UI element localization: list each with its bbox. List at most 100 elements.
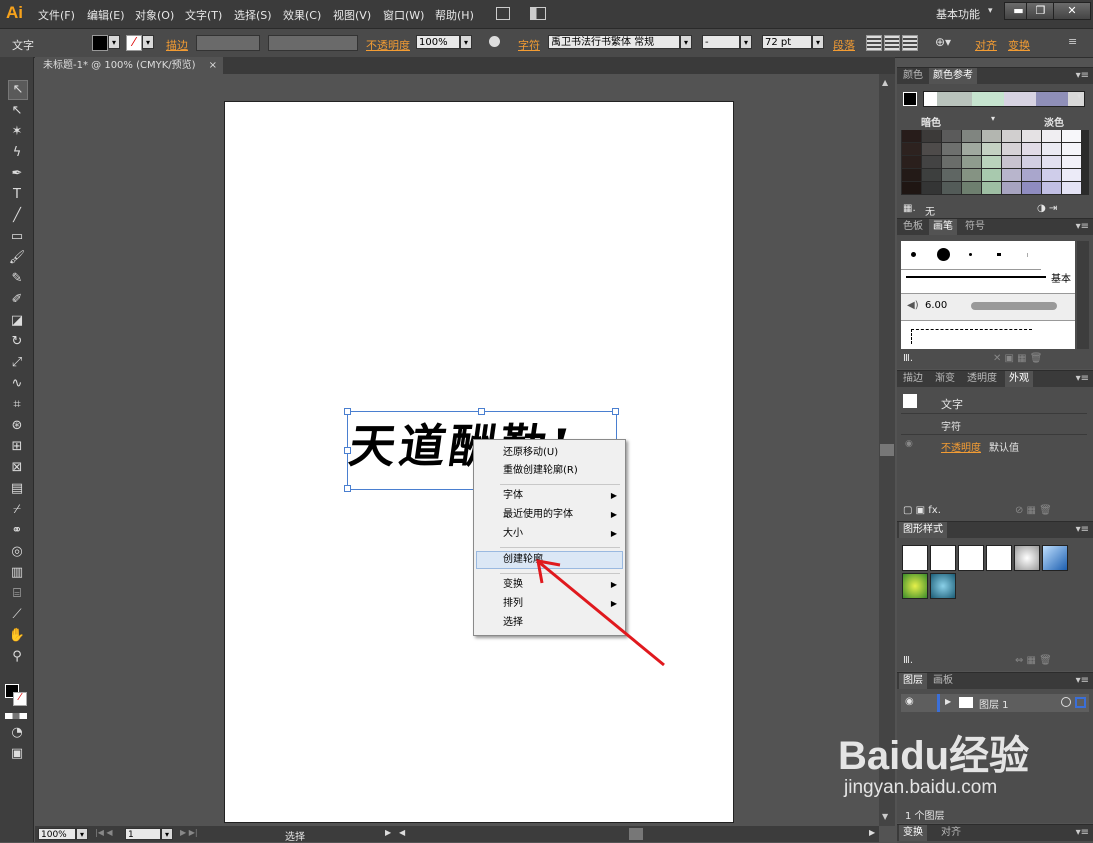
opacity-field[interactable]: 100% (416, 35, 460, 49)
appearance-action-icons[interactable]: ⊘ ▦ 🗑 (1015, 505, 1052, 516)
blob-brush-tool-icon[interactable]: ✐ (8, 291, 26, 309)
shape-builder-tool-icon[interactable]: ⊛ (8, 417, 26, 435)
color-swatch[interactable] (922, 169, 942, 182)
slice-tool-icon[interactable]: ⟋ (8, 606, 26, 624)
appearance-character-row[interactable]: 字符 (941, 418, 961, 433)
ctx-recent-fonts[interactable]: 最近使用的字体 ▶ (474, 506, 625, 524)
layer-name[interactable]: 图层 1 (979, 696, 1009, 711)
color-swatch[interactable] (902, 169, 922, 182)
tab-artboards[interactable]: 画板 (929, 673, 957, 689)
lasso-tool-icon[interactable]: ϟ (8, 144, 26, 162)
style-default[interactable] (902, 545, 928, 571)
eyedropper-tool-icon[interactable]: ⌿ (8, 501, 26, 519)
stroke-profile-field[interactable] (268, 35, 358, 51)
color-swatch[interactable] (902, 182, 922, 195)
tab-symbols[interactable]: 符号 (961, 219, 989, 235)
tab-appearance[interactable]: 外观 (1005, 371, 1033, 387)
brush-presets-row[interactable] (901, 241, 1041, 270)
scroll-down-icon[interactable]: ▼ (882, 812, 888, 821)
target-icon[interactable] (1061, 697, 1071, 707)
appearance-footer-icons[interactable]: ▢ ▣ fx. (903, 505, 941, 516)
tab-layers[interactable]: 图层 (899, 673, 927, 689)
panel-menu-icon[interactable]: ▾≡ (1076, 68, 1089, 84)
perspective-grid-tool-icon[interactable]: ⊞ (8, 438, 26, 456)
style-blue-texture[interactable] (930, 573, 956, 599)
panel-menu-icon[interactable]: ≡ (1068, 35, 1077, 48)
align-center-icon[interactable] (884, 35, 900, 51)
symbol-sprayer-tool-icon[interactable]: ◎ (8, 543, 26, 561)
color-swatch[interactable] (982, 156, 1002, 169)
selection-indicator-icon[interactable] (1075, 697, 1086, 708)
menu-type[interactable]: 文字(T) (185, 7, 222, 23)
ctx-redo-outline[interactable]: 重做创建轮廓(R) (474, 462, 625, 480)
panel-menu-icon[interactable]: ▾≡ (1076, 371, 1089, 387)
color-swatch[interactable] (982, 182, 1002, 195)
last-page-icon[interactable]: ▶ ▶| (180, 828, 198, 837)
color-swatch[interactable] (942, 156, 962, 169)
direct-selection-tool-icon[interactable]: ↖ (8, 102, 26, 120)
page-field[interactable]: 1 (125, 828, 161, 840)
color-swatch[interactable] (942, 130, 962, 143)
rectangle-tool-icon[interactable]: ▭ (8, 228, 26, 246)
selection-handle[interactable] (478, 408, 485, 415)
gradient-tool-icon[interactable]: ▤ (8, 480, 26, 498)
color-swatch[interactable] (1062, 169, 1082, 182)
stroke-label[interactable]: 描边 (166, 37, 188, 53)
draw-mode-icon[interactable]: ◔ (8, 724, 26, 742)
panel-menu-icon[interactable]: ▾≡ (1076, 219, 1089, 235)
align-right-icon[interactable] (902, 35, 918, 51)
font-style-field[interactable]: - (702, 35, 740, 49)
color-swatch[interactable] (1042, 169, 1062, 182)
menu-window[interactable]: 窗口(W) (383, 7, 424, 23)
tab-color[interactable]: 颜色 (899, 68, 927, 84)
visibility-eye-icon[interactable]: ◉ (905, 439, 913, 449)
blend-tool-icon[interactable]: ⚭ (8, 522, 26, 540)
opacity-label[interactable]: 不透明度 (366, 37, 410, 53)
close-tab-icon[interactable]: × (209, 57, 217, 74)
color-swatch[interactable] (982, 143, 1002, 156)
color-swatch[interactable] (1022, 169, 1042, 182)
column-graph-tool-icon[interactable]: ▥ (8, 564, 26, 582)
brush-action-icons[interactable]: ✕ ▣ ▦ 🗑 (993, 353, 1043, 364)
color-mode-icons[interactable] (5, 713, 27, 719)
color-swatch[interactable] (982, 169, 1002, 182)
base-color-swatch[interactable] (903, 92, 917, 106)
envelope-icon[interactable]: ⊕▾ (935, 35, 951, 49)
brush-scrollbar[interactable] (1077, 241, 1089, 349)
document-tab[interactable]: 未标题-1* @ 100% (CMYK/预览) × (35, 57, 223, 74)
panel-menu-icon[interactable]: ▾≡ (1076, 825, 1089, 841)
scroll-up-icon[interactable]: ▲ (882, 78, 888, 87)
color-swatch[interactable] (1022, 156, 1042, 169)
color-swatch[interactable] (1062, 182, 1082, 195)
font-family-field[interactable]: 禹卫书法行书繁体 常规 (548, 35, 680, 49)
menu-select[interactable]: 选择(S) (234, 7, 272, 23)
font-style-dropdown[interactable]: ▾ (740, 35, 752, 49)
panel-menu-icon[interactable]: ▾≡ (1076, 673, 1089, 689)
color-swatch[interactable] (942, 182, 962, 195)
color-swatch[interactable] (1062, 156, 1082, 169)
style-green-texture[interactable] (902, 573, 928, 599)
selection-tool-icon[interactable]: ↖ (8, 80, 28, 100)
color-swatch[interactable] (1062, 143, 1082, 156)
tab-transparency[interactable]: 透明度 (963, 371, 1001, 387)
style-outline[interactable] (986, 545, 1012, 571)
mesh-tool-icon[interactable]: ⊠ (8, 459, 26, 477)
brush-list[interactable]: 基本 ◀) 6.00 (901, 241, 1075, 349)
color-swatch[interactable] (962, 156, 982, 169)
tab-swatches[interactable]: 色板 (899, 219, 927, 235)
zoom-field[interactable]: 100% (38, 828, 76, 840)
ctx-font[interactable]: 字体 ▶ (474, 487, 625, 505)
warp-tool-icon[interactable]: ∿ (8, 375, 26, 393)
color-swatch[interactable] (1042, 130, 1062, 143)
stroke-color-icon[interactable]: ⁄ (13, 692, 27, 706)
scroll-thumb[interactable] (880, 444, 894, 456)
horizontal-scroll-thumb[interactable] (629, 828, 643, 840)
rotate-tool-icon[interactable]: ↻ (8, 333, 26, 351)
restore-button[interactable]: ❐ (1026, 2, 1055, 20)
tab-brushes[interactable]: 画笔 (929, 219, 957, 235)
magic-wand-tool-icon[interactable]: ✶ (8, 123, 26, 141)
tab-gradient[interactable]: 渐变 (931, 371, 959, 387)
bridge-icon[interactable] (496, 7, 510, 20)
color-swatch[interactable] (962, 143, 982, 156)
swatch-libraries-icon[interactable]: ▦. (903, 203, 916, 214)
